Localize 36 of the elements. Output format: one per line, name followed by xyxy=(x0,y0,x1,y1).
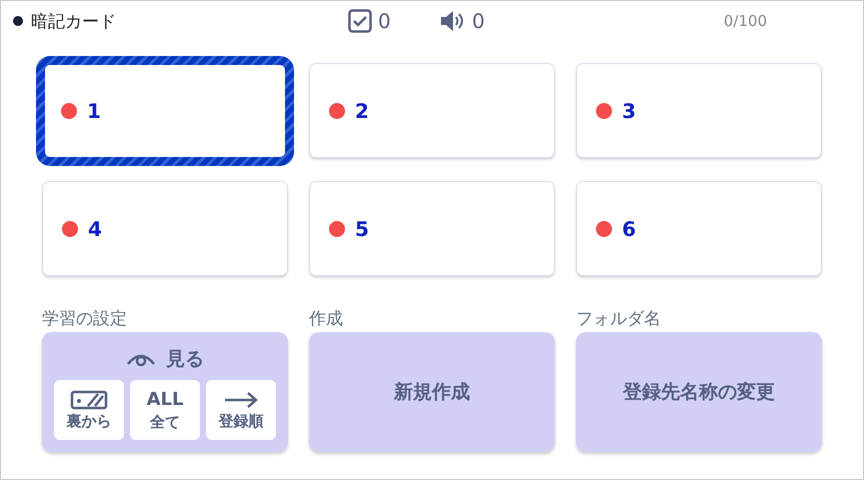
card-number: 5 xyxy=(355,216,369,240)
flash-card[interactable]: 4 xyxy=(42,181,288,276)
status-dot-icon xyxy=(62,220,78,236)
option-button[interactable]: ALL 全て xyxy=(130,380,200,440)
card-number: 2 xyxy=(355,98,369,122)
arrow-icon xyxy=(223,390,259,410)
status-dot-icon xyxy=(329,102,345,118)
view-button[interactable]: 見る xyxy=(120,344,210,374)
section-label: フォルダ名 xyxy=(576,308,662,331)
bullet-icon xyxy=(13,16,23,26)
status-dot-icon xyxy=(596,220,612,236)
card-number: 4 xyxy=(88,216,102,240)
flash-card[interactable]: 6 xyxy=(576,181,822,276)
speaker-icon xyxy=(440,10,466,32)
option-button[interactable]: 登録順 xyxy=(206,380,276,440)
card-number: 3 xyxy=(622,98,636,122)
app-title: 暗記カード xyxy=(31,10,116,32)
all-label: ALL xyxy=(146,388,184,410)
status-dot-icon xyxy=(596,102,612,118)
flash-card[interactable]: 2 xyxy=(309,63,555,158)
card-icon xyxy=(70,390,108,410)
progress-text: 0/100 xyxy=(724,12,767,30)
checkbox-icon xyxy=(348,9,372,33)
action-button[interactable]: 登録先名称の変更 xyxy=(576,332,822,452)
status-dot-icon xyxy=(329,220,345,236)
flash-card[interactable]: 5 xyxy=(309,181,555,276)
option-button[interactable]: 裏から xyxy=(54,380,124,440)
flash-card[interactable]: 3 xyxy=(576,63,822,158)
section-label: 学習の設定 xyxy=(42,308,128,331)
section-label: 作成 xyxy=(309,308,344,331)
checked-count: 0 xyxy=(378,9,391,33)
audio-count: 0 xyxy=(472,9,485,33)
card-number: 6 xyxy=(622,216,636,240)
action-button[interactable]: 新規作成 xyxy=(309,332,555,452)
status-dot-icon xyxy=(61,103,77,119)
card-number: 1 xyxy=(87,99,101,123)
